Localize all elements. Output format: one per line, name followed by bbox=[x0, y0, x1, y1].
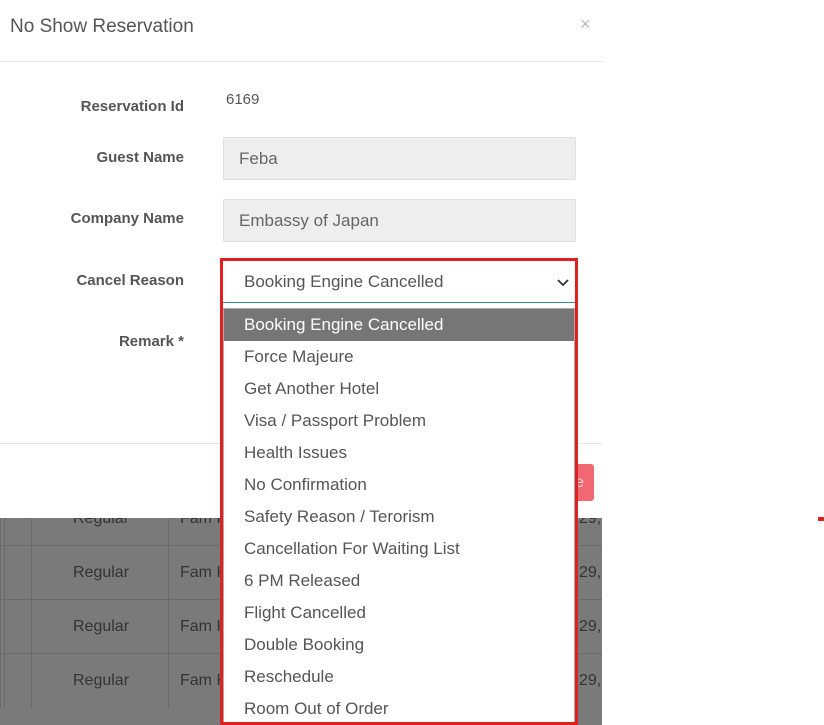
modal-title: No Show Reservation bbox=[10, 16, 194, 37]
guest-cell: Fam K bbox=[168, 654, 223, 708]
guest-cell: Fam K bbox=[168, 518, 223, 546]
room-type-cell: Regular bbox=[31, 600, 168, 654]
guest-name-field[interactable]: Feba bbox=[223, 137, 576, 180]
date-cell: 29, bbox=[576, 600, 602, 654]
date-cell: 29, bbox=[576, 518, 602, 546]
reservation-id-value: 6169 bbox=[226, 91, 260, 108]
remark-label: Remark * bbox=[118, 333, 184, 350]
cancel-reason-label: Cancel Reason bbox=[76, 272, 184, 289]
company-name-label: Company Name bbox=[70, 210, 184, 227]
room-type-cell: Regular bbox=[31, 654, 168, 708]
reservation-id-label: Reservation Id bbox=[80, 98, 184, 115]
red-marker bbox=[818, 517, 824, 521]
guest-cell: Fam K bbox=[168, 546, 223, 600]
room-type-cell: Regular bbox=[31, 518, 168, 546]
date-cell: 29, bbox=[576, 654, 602, 708]
date-cell: 29, bbox=[576, 546, 602, 600]
room-type-cell: Regular bbox=[31, 546, 168, 600]
header-divider bbox=[0, 61, 602, 62]
close-icon[interactable]: × bbox=[580, 14, 591, 35]
guest-cell: Fam K bbox=[168, 600, 223, 654]
guest-name-label: Guest Name bbox=[96, 149, 184, 166]
company-name-field[interactable]: Embassy of Japan bbox=[223, 199, 576, 242]
highlight-box bbox=[220, 258, 578, 725]
